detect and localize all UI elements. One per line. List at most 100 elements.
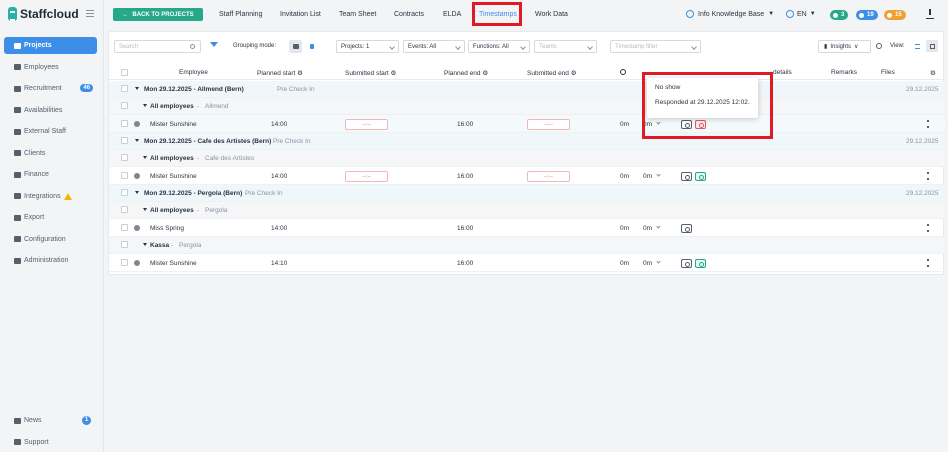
tab-invitation-list[interactable]: Invitation List (280, 11, 321, 18)
tab-team-sheet[interactable]: Team Sheet (339, 11, 376, 18)
col-details[interactable]: details (773, 69, 792, 76)
employee-name[interactable]: Miss Spring (150, 225, 184, 232)
row-checkbox[interactable] (121, 85, 128, 92)
row-checkbox[interactable] (121, 120, 128, 127)
timestamp-filter[interactable]: Timestamp filter (610, 40, 701, 53)
tab-work-data[interactable]: Work Data (535, 11, 568, 18)
row-checkbox[interactable] (121, 259, 128, 266)
row-checkbox[interactable] (121, 137, 128, 144)
teams-filter[interactable]: Teams (534, 40, 597, 53)
sidebar-item-projects[interactable]: Projects (4, 37, 97, 54)
organization-selector[interactable]: Info Knowledge Base ▼ (686, 10, 774, 18)
col-submitted-start[interactable]: Submitted start ⚙ (345, 69, 396, 77)
tab-staff-planning[interactable]: Staff Planning (219, 11, 262, 18)
chevron-down-icon[interactable] (656, 224, 661, 229)
grouping-mode-users-button[interactable] (289, 40, 302, 53)
submitted-start-input[interactable]: --:-- (345, 171, 388, 182)
sidebar-item-clients[interactable]: Clients (4, 145, 97, 162)
subgroup-row[interactable]: All employees - Pergola (109, 202, 945, 219)
row-checkbox[interactable] (121, 206, 128, 213)
sidebar-item-administration[interactable]: Administration (4, 252, 97, 269)
col-files[interactable]: Files (881, 69, 895, 76)
row-checkbox[interactable] (121, 189, 128, 196)
col-employee[interactable]: Employee (179, 69, 208, 76)
table-row[interactable]: Miss Spring 14:00 16:00 0m 0m (109, 219, 945, 237)
caret-down-icon[interactable] (135, 191, 139, 194)
pause-duration[interactable]: 0m (643, 260, 652, 267)
status-pill-blue[interactable]: 19 (856, 10, 878, 20)
search-input[interactable]: Search (114, 40, 201, 53)
event-group-row[interactable]: Mon 29.12.2025 - Allmend (Bern) Pre Chec… (109, 81, 945, 98)
timestamp-action-button[interactable] (681, 259, 692, 268)
status-pill-orange[interactable]: 15 (884, 10, 906, 20)
projects-filter[interactable]: Projects: 1 (336, 40, 399, 53)
sidebar-item-export[interactable]: Export (4, 209, 97, 226)
employee-name[interactable]: Mister Sunshine (150, 173, 197, 180)
table-row[interactable]: Mister Sunshine 14:10 16:00 0m 0m (109, 254, 945, 272)
submitted-end-input[interactable]: --:-- (527, 119, 570, 130)
sidebar-item-finance[interactable]: Finance (4, 166, 97, 183)
sidebar-item-configuration[interactable]: Configuration (4, 231, 97, 248)
download-icon[interactable] (926, 9, 934, 19)
subgroup-row[interactable]: All employees - Allmend (109, 98, 945, 115)
pause-duration[interactable]: 0m (643, 225, 652, 232)
confirmed-status-icon[interactable] (695, 259, 706, 268)
brand[interactable]: Staffcloud (8, 7, 79, 21)
row-checkbox[interactable] (121, 224, 128, 231)
sidebar-item-employees[interactable]: Employees (4, 59, 97, 76)
col-planned-end[interactable]: Planned end ⚙ (444, 69, 488, 77)
subgroup-row[interactable]: Kassa - Pergola (109, 237, 945, 254)
confirmed-status-icon[interactable] (695, 172, 706, 181)
grouping-mode-location-button[interactable] (305, 40, 318, 53)
subgroup-row[interactable]: All employees - Cafe des Artistes (109, 150, 945, 167)
tab-elda[interactable]: ELDA (443, 11, 461, 18)
pause-duration[interactable]: 0m (643, 173, 652, 180)
timestamp-action-button[interactable] (681, 224, 692, 233)
employee-name[interactable]: Mister Sunshine (150, 260, 197, 267)
select-all-checkbox[interactable] (121, 69, 128, 76)
back-to-projects-button[interactable]: ← BACK TO PROJECTS (113, 8, 203, 21)
status-pill-green[interactable]: 3 (830, 10, 849, 20)
caret-down-icon[interactable] (143, 243, 147, 246)
tab-contracts[interactable]: Contracts (394, 11, 424, 18)
more-options-icon[interactable] (927, 259, 929, 267)
caret-down-icon[interactable] (143, 104, 147, 107)
row-checkbox[interactable] (121, 172, 128, 179)
row-checkbox[interactable] (121, 241, 128, 248)
row-checkbox[interactable] (121, 102, 128, 109)
view-grid-button[interactable] (926, 40, 938, 52)
functions-filter[interactable]: Functions: All (468, 40, 530, 53)
submitted-start-input[interactable]: --:-- (345, 119, 388, 130)
timestamp-action-button[interactable] (681, 172, 692, 181)
col-submitted-end[interactable]: Submitted end ⚙ (527, 69, 577, 77)
employee-name[interactable]: Mister Sunshine (150, 121, 197, 128)
sidebar-item-recruitment[interactable]: Recruitment 46 (4, 80, 97, 97)
sidebar-item-support[interactable]: Support (4, 434, 97, 451)
table-row[interactable]: Mister Sunshine 14:00 --:-- 16:00 --:-- … (109, 167, 945, 185)
columns-settings-icon[interactable]: ⚙ (930, 69, 936, 77)
more-options-icon[interactable] (927, 224, 929, 232)
caret-down-icon[interactable] (135, 139, 139, 142)
chevron-down-icon[interactable] (656, 172, 661, 177)
filter-icon[interactable] (210, 42, 218, 47)
insights-button[interactable]: ▮ Insights ∨ (818, 40, 871, 53)
sidebar-item-availabilities[interactable]: Availabilities (4, 102, 97, 119)
table-row[interactable]: Mister Sunshine 14:00 --:-- 16:00 --:-- … (109, 115, 945, 133)
row-checkbox[interactable] (121, 154, 128, 161)
gear-icon[interactable] (876, 43, 882, 49)
more-options-icon[interactable] (927, 120, 929, 128)
view-list-button[interactable] (911, 40, 923, 52)
sidebar-item-news[interactable]: News 1 (4, 412, 97, 429)
event-group-row[interactable]: Mon 29.12.2025 - Cafe des Artistes (Bern… (109, 133, 945, 150)
more-options-icon[interactable] (927, 172, 929, 180)
sidebar-item-external-staff[interactable]: External Staff (4, 123, 97, 140)
col-remarks[interactable]: Remarks (831, 69, 857, 76)
sidebar-item-integrations[interactable]: Integrations (4, 188, 97, 205)
hamburger-menu-icon[interactable] (86, 10, 94, 17)
events-filter[interactable]: Events: All (403, 40, 465, 53)
language-selector[interactable]: EN ▼ (786, 10, 816, 18)
caret-down-icon[interactable] (143, 156, 147, 159)
submitted-end-input[interactable]: --:-- (527, 171, 570, 182)
event-group-row[interactable]: Mon 29.12.2025 - Pergola (Bern) Pre Chec… (109, 185, 945, 202)
chevron-down-icon[interactable] (656, 259, 661, 264)
